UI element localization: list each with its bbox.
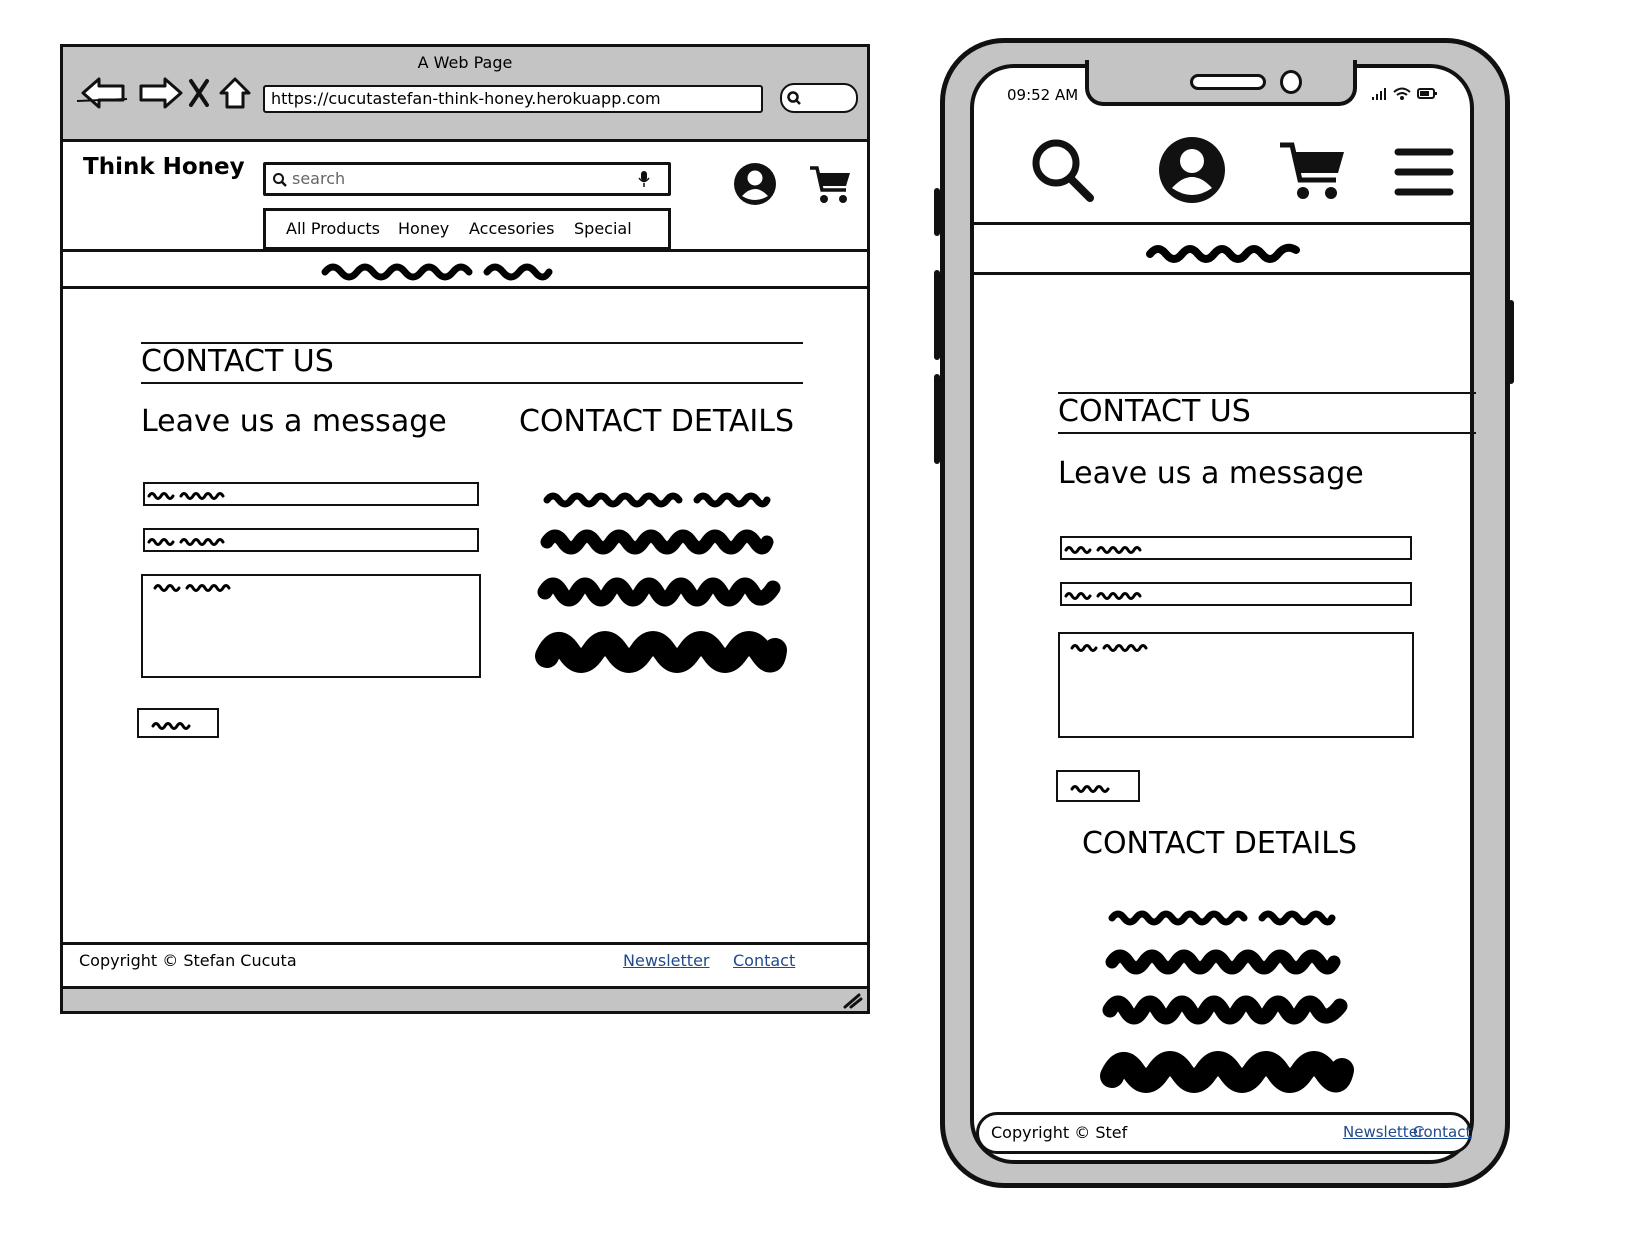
back-arrow-icon[interactable]: [77, 77, 128, 109]
contact-details-placeholder: [535, 492, 787, 673]
search-input[interactable]: search: [263, 162, 671, 196]
mobile-contact-details-heading: CONTACT DETAILS: [1082, 826, 1357, 861]
search-icon[interactable]: [1030, 138, 1096, 202]
user-icon[interactable]: [1158, 136, 1226, 204]
banner-placeholder-text: [321, 263, 553, 281]
phone-side-button: [934, 270, 940, 360]
field-placeholder-text: [147, 538, 225, 546]
field-placeholder-text: [147, 492, 225, 500]
footer-newsletter-link[interactable]: Newsletter: [623, 951, 710, 970]
leave-message-heading: Leave us a message: [141, 404, 447, 439]
mobile-footer: Copyright © Stef Newsletter Contact: [976, 1112, 1472, 1154]
mobile-contact-details-placeholder: [1100, 910, 1354, 1093]
contact-us-heading: CONTACT US: [141, 344, 334, 379]
footer-copyright: Copyright © Stefan Cucuta: [79, 951, 297, 970]
browser-nav-icons: [77, 77, 251, 109]
field-placeholder-text: [1064, 592, 1142, 600]
nav-item-all-products[interactable]: All Products: [286, 211, 380, 247]
button-placeholder-text: [151, 722, 191, 730]
footer-contact-link[interactable]: Contact: [733, 951, 795, 970]
mobile-header-divider: [974, 222, 1470, 225]
field-placeholder-text: [1070, 644, 1148, 652]
window-title: A Web Page: [417, 53, 513, 72]
email-field[interactable]: [143, 528, 479, 552]
nav-item-special[interactable]: Special: [574, 211, 632, 247]
forward-arrow-icon[interactable]: [139, 77, 183, 109]
status-icons: [1372, 87, 1437, 100]
mobile-leave-message-heading: Leave us a message: [1058, 456, 1364, 491]
search-placeholder: search: [292, 169, 346, 188]
cart-icon[interactable]: [808, 164, 854, 206]
search-icon: [273, 173, 287, 187]
contact-details-heading: CONTACT DETAILS: [519, 404, 794, 439]
menu-icon[interactable]: [1394, 146, 1454, 198]
phone-side-button: [934, 188, 940, 236]
divider: [141, 382, 803, 384]
home-icon[interactable]: [219, 77, 251, 109]
desktop-footer: Copyright © Stefan Cucuta Newsletter Con…: [63, 942, 867, 981]
resize-grip-icon[interactable]: [843, 991, 863, 1009]
mobile-name-field[interactable]: [1060, 536, 1412, 560]
divider: [1058, 432, 1476, 434]
mobile-footer-contact-link[interactable]: Contact: [1413, 1123, 1471, 1141]
desktop-browser-mockup: A Web Page https://cucutastefan-think-ho…: [60, 44, 870, 1014]
user-icon[interactable]: [733, 162, 777, 206]
phone-side-button: [1508, 300, 1514, 384]
phone-camera: [1280, 70, 1302, 94]
mobile-banner-divider: [974, 272, 1470, 275]
phone-speaker: [1190, 74, 1266, 90]
nav-item-accesories[interactable]: Accesories: [469, 211, 554, 247]
brand-logo[interactable]: Think Honey: [83, 154, 245, 180]
send-button[interactable]: [137, 708, 219, 738]
mobile-message-textarea[interactable]: [1058, 632, 1414, 738]
url-bar[interactable]: https://cucutastefan-think-honey.herokua…: [263, 85, 763, 113]
microphone-icon[interactable]: [638, 170, 650, 188]
name-field[interactable]: [143, 482, 479, 506]
cart-icon[interactable]: [1278, 140, 1348, 202]
phone-side-button: [934, 374, 940, 464]
field-placeholder-text: [1064, 546, 1142, 554]
mobile-footer-copyright: Copyright © Stef: [991, 1123, 1128, 1142]
search-icon: [787, 91, 801, 105]
status-time: 09:52 AM: [1007, 86, 1079, 104]
mobile-email-field[interactable]: [1060, 582, 1412, 606]
button-placeholder-text: [1070, 785, 1110, 793]
mobile-send-button[interactable]: [1056, 770, 1140, 802]
nav-item-honey[interactable]: Honey: [398, 211, 449, 247]
wifi-icon: [1393, 87, 1411, 100]
banner-bar: [63, 249, 867, 289]
signal-icon: [1372, 88, 1386, 100]
mobile-contact-us-heading: CONTACT US: [1058, 394, 1251, 429]
close-icon[interactable]: [189, 79, 209, 107]
battery-icon: [1417, 88, 1437, 99]
field-placeholder-text: [153, 584, 231, 592]
mobile-footer-newsletter-link[interactable]: Newsletter: [1343, 1123, 1424, 1141]
main-nav: All Products Honey Accesories Special: [263, 208, 671, 250]
desktop-page: Think Honey search All Products Honey Ac…: [63, 139, 867, 989]
browser-search-box[interactable]: [780, 83, 858, 113]
mobile-banner-placeholder: [1146, 243, 1300, 263]
message-textarea[interactable]: [141, 574, 481, 678]
